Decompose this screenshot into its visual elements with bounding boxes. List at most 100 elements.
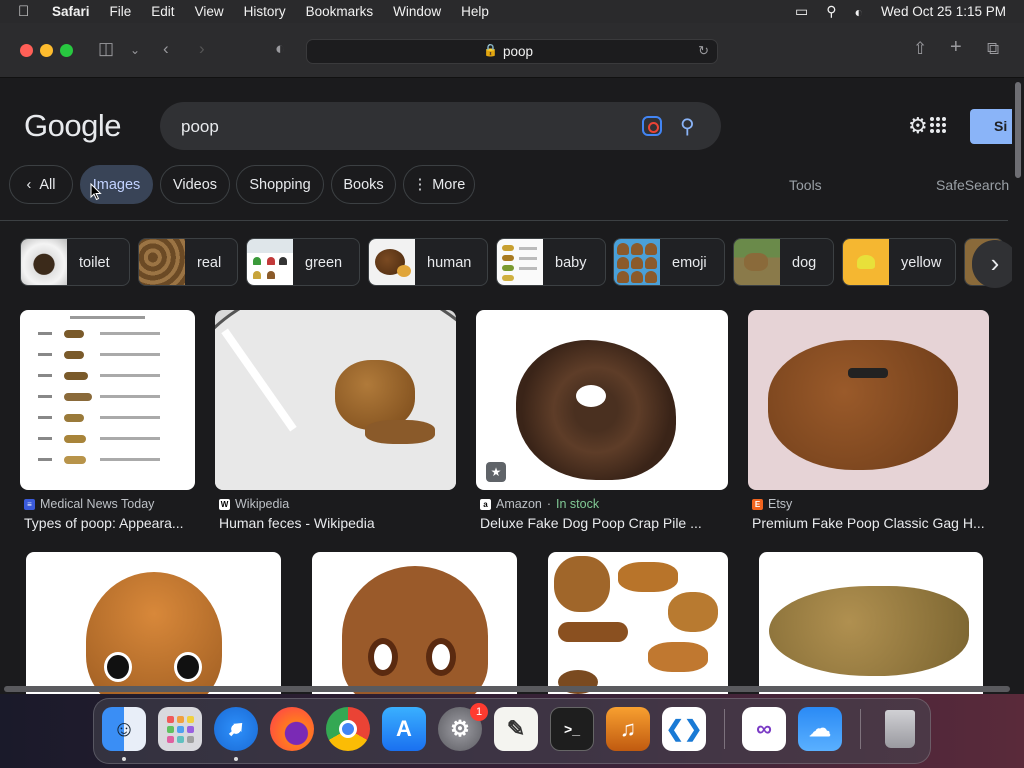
vertical-scrollbar[interactable] [1012, 78, 1024, 694]
search-icon[interactable]: ⚲ [680, 114, 695, 139]
address-text: poop [503, 44, 534, 59]
forward-button[interactable]: › [199, 39, 205, 59]
safesearch-button[interactable]: SafeSearch [936, 177, 1009, 193]
menu-edit[interactable]: Edit [151, 4, 174, 19]
vscode-icon[interactable]: ❮❯ [662, 707, 706, 751]
privacy-shield-icon[interactable]: ◐ [275, 39, 285, 59]
amazon-favicon: a [480, 498, 491, 510]
menu-bookmarks[interactable]: Bookmarks [306, 4, 374, 19]
chip-toilet[interactable]: toilet [20, 238, 130, 286]
menu-file[interactable]: File [110, 4, 132, 19]
control-center-icon[interactable]: ◐ [854, 4, 862, 20]
chip-label: dog [792, 255, 817, 271]
dock: ☺ ➚ A ⚙ 1 ✎ >_ ♫ ❮❯ ∞ ☁ [93, 698, 931, 764]
result-image-human-feces[interactable] [215, 310, 456, 490]
result-image-fake-dog-poop[interactable]: ★ [476, 310, 728, 490]
dock-separator [724, 709, 725, 749]
scrollbar-thumb[interactable] [1015, 82, 1021, 178]
chip-dog[interactable]: dog [733, 238, 834, 286]
terminal-icon[interactable]: >_ [550, 707, 594, 751]
spotlight-search-icon[interactable]: ⚲ [826, 3, 836, 20]
chip-label: real [197, 255, 222, 271]
tab-videos[interactable]: Videos [160, 165, 230, 204]
sidebar-icon[interactable]: ◫ [98, 39, 114, 59]
visual-studio-icon[interactable]: ∞ [742, 707, 786, 751]
result-image-fake-poop-log[interactable] [759, 552, 983, 694]
menu-window[interactable]: Window [393, 4, 441, 19]
horizontal-scrollbar[interactable] [4, 686, 1010, 692]
chip-thumbnail [843, 239, 889, 285]
result-source[interactable]: a Amazon · In stock [480, 497, 599, 511]
chip-emoji[interactable]: emoji [613, 238, 725, 286]
garageband-icon[interactable]: ♫ [606, 707, 650, 751]
chip-thumbnail [734, 239, 780, 285]
chip-real[interactable]: real [138, 238, 238, 286]
chip-label: green [305, 255, 343, 271]
result-title[interactable]: Human feces - Wikipedia [219, 515, 375, 531]
address-bar[interactable]: 🔒 poop ↻ [306, 39, 718, 64]
finder-icon[interactable]: ☺ [102, 707, 146, 751]
trash-icon[interactable] [878, 707, 922, 751]
google-logo[interactable]: Google [24, 108, 121, 144]
chip-baby[interactable]: baby [496, 238, 606, 286]
weather-icon[interactable]: ☁ [798, 707, 842, 751]
launchpad-icon[interactable] [158, 707, 202, 751]
source-name: Medical News Today [40, 497, 155, 511]
result-image-fake-poop-gag[interactable] [748, 310, 989, 490]
app-store-icon[interactable]: A [382, 707, 426, 751]
minimize-window-button[interactable] [40, 44, 53, 57]
firefox-icon[interactable] [270, 707, 314, 751]
safari-icon[interactable]: ➚ [214, 707, 258, 751]
result-title[interactable]: Types of poop: Appeara... [24, 515, 184, 531]
result-source[interactable]: ≡ Medical News Today [24, 497, 154, 511]
chip-thumbnail [139, 239, 185, 285]
new-tab-button[interactable]: + [950, 36, 962, 59]
chevron-down-icon[interactable]: ⌄ [130, 43, 140, 57]
back-button[interactable]: ‹ [163, 39, 169, 59]
chip-label: human [427, 255, 472, 271]
lock-icon: 🔒 [483, 43, 498, 57]
mouse-cursor [90, 183, 102, 201]
result-source[interactable]: E Etsy [752, 497, 792, 511]
zoom-window-button[interactable] [60, 44, 73, 57]
result-title[interactable]: Premium Fake Poop Classic Gag H... [752, 515, 985, 531]
menu-help[interactable]: Help [461, 4, 489, 19]
result-image-stool-chart[interactable] [20, 310, 195, 490]
screen-mirroring-icon[interactable]: ▭ [795, 3, 808, 20]
result-image-fake-poop-assortment[interactable] [548, 552, 728, 694]
google-lens-icon[interactable] [642, 116, 662, 136]
search-input[interactable]: poop [181, 117, 219, 137]
tab-more[interactable]: ⋮ More [403, 165, 475, 204]
chip-label: emoji [672, 255, 707, 271]
menu-clock[interactable]: Wed Oct 25 1:15 PM [881, 4, 1006, 19]
tools-button[interactable]: Tools [789, 177, 822, 193]
menu-history[interactable]: History [244, 4, 286, 19]
system-settings-icon[interactable]: ⚙ 1 [438, 703, 488, 751]
apple-icon[interactable]:  [18, 3, 38, 20]
chevron-left-icon: ‹ [26, 177, 32, 193]
chip-yellow[interactable]: yellow [842, 238, 956, 286]
chip-human[interactable]: human [368, 238, 488, 286]
textedit-icon[interactable]: ✎ [494, 707, 538, 751]
running-indicator [234, 757, 238, 761]
in-stock-label: In stock [556, 497, 600, 511]
result-title[interactable]: Deluxe Fake Dog Poop Crap Pile ... [480, 515, 702, 531]
reload-icon[interactable]: ↻ [698, 43, 709, 59]
apps-grid-icon[interactable] [930, 117, 946, 133]
result-image-poop-3d[interactable] [26, 552, 281, 694]
menu-app-name[interactable]: Safari [52, 4, 90, 19]
result-source[interactable]: W Wikipedia [219, 497, 289, 511]
search-box[interactable]: poop ⚲ [160, 102, 721, 150]
share-icon[interactable]: ⇧ [913, 39, 927, 59]
result-image-poop-emoji[interactable] [312, 552, 517, 694]
chrome-icon[interactable] [326, 707, 370, 751]
tab-overview-icon[interactable]: ⧉ [987, 39, 999, 59]
tab-shopping[interactable]: Shopping [236, 165, 324, 204]
tab-books[interactable]: Books [331, 165, 396, 204]
close-window-button[interactable] [20, 44, 33, 57]
menu-bar:  Safari File Edit View History Bookmark… [0, 0, 1024, 23]
settings-gear-icon[interactable]: ⚙ [908, 113, 928, 139]
chip-green[interactable]: green [246, 238, 360, 286]
menu-view[interactable]: View [195, 4, 224, 19]
tab-all[interactable]: ‹ All [9, 165, 73, 204]
